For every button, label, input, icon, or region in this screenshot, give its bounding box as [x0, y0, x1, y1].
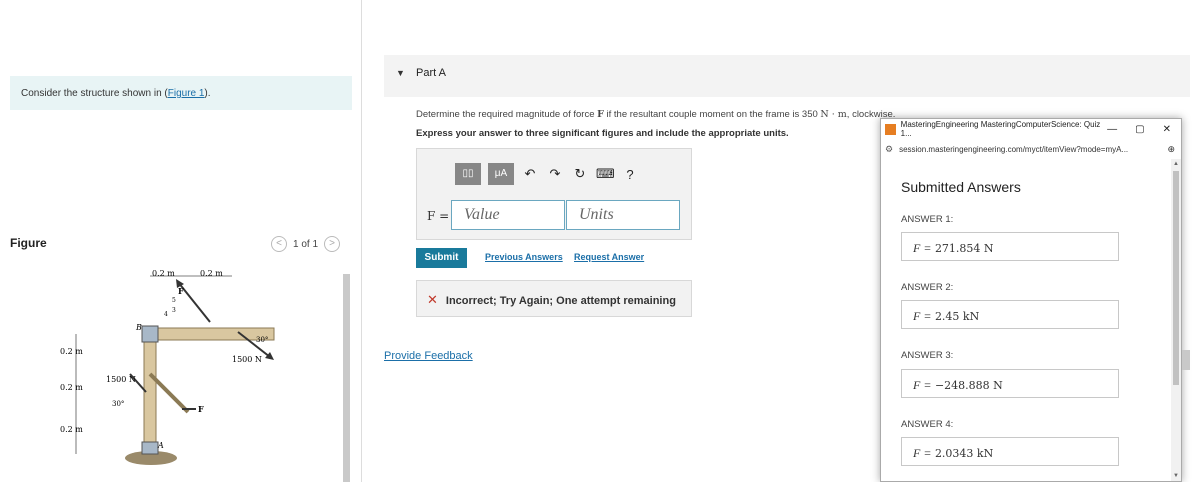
intro-box: Consider the structure shown in (Figure …: [10, 76, 352, 110]
answer-input-box: ▯▯ μA ↶ ↷ ↻ ⌨ ? F = Value Units: [416, 148, 692, 240]
label-B: B: [135, 323, 142, 332]
answer-3-prefix: F =: [913, 378, 932, 392]
chevron-right-icon[interactable]: >: [324, 236, 341, 252]
slope-4-top: 4: [164, 311, 168, 318]
angle-right-label: 30°: [256, 336, 268, 344]
provide-feedback-link[interactable]: Provide Feedback: [384, 350, 473, 362]
feedback-message: ✕ Incorrect; Try Again; One attempt remai…: [416, 280, 692, 317]
units-input[interactable]: Units: [566, 200, 680, 230]
slope-3-top: 3: [172, 307, 176, 314]
templates-icon[interactable]: ▯▯: [455, 163, 481, 185]
label-F-mid: F: [198, 404, 204, 414]
help-icon[interactable]: ?: [621, 167, 639, 182]
horizontal-member: [143, 327, 275, 341]
figure-link[interactable]: Figure 1: [168, 88, 205, 99]
keyboard-icon[interactable]: ⌨: [596, 166, 615, 182]
answer-2-box: F = 2.45 kN: [901, 300, 1119, 329]
structure-diagram: 0.2 m 0.2 m 0.2 m 0.2 m 0.2 m B A F F 15…: [60, 269, 275, 465]
answer-2-label: ANSWER 2:: [901, 282, 954, 293]
answer-4-value: 2.0343 kN: [934, 447, 994, 460]
answer-4-box: F = 2.0343 kN: [901, 437, 1119, 466]
label-A: A: [157, 441, 164, 450]
f-label: F =: [427, 209, 450, 223]
request-answer-link[interactable]: Request Answer: [574, 252, 644, 262]
popup-titlebar: MasteringEngineering MasteringComputerSc…: [881, 119, 1181, 139]
part-title: Part A: [416, 67, 446, 79]
answer-2-prefix: F =: [913, 309, 932, 323]
joint-B: [141, 325, 159, 343]
caret-down-icon[interactable]: ▼: [396, 68, 405, 78]
intro-end: ).: [204, 88, 211, 99]
popup-urlbar: ⚙ session.masteringengineering.com/myct/…: [881, 139, 1181, 159]
joint-A: [141, 441, 159, 455]
force-symbol: F: [597, 109, 604, 120]
angle-left-label: 30°: [112, 400, 124, 408]
chevron-left-icon[interactable]: <: [271, 236, 287, 252]
answer-1-prefix: F =: [913, 241, 932, 255]
figure-heading: Figure: [10, 236, 47, 250]
scroll-down-icon[interactable]: ▼: [1173, 473, 1179, 479]
math-toolbar: ▯▯ μA ↶ ↷ ↻ ⌨ ?: [455, 163, 639, 185]
popup-scroll-thumb[interactable]: [1173, 171, 1179, 385]
answer-4-prefix: F =: [913, 446, 932, 460]
site-settings-icon[interactable]: ⚙: [885, 144, 893, 155]
force-left-label: 1500 N: [106, 375, 136, 384]
window-controls: — ▢ ✕: [1107, 124, 1181, 135]
popup-content: Submitted Answers ANSWER 1: F = 271.854 …: [881, 159, 1171, 482]
submitted-answers-heading: Submitted Answers: [901, 179, 1021, 195]
popup-title: MasteringEngineering MasteringComputerSc…: [900, 120, 1101, 138]
answer-3-value: −248.888 N: [934, 379, 1003, 392]
answer-1-box: F = 271.854 N: [901, 232, 1119, 261]
redo-icon[interactable]: ↷: [546, 166, 564, 182]
question-text: Determine the required magnitude of forc…: [416, 109, 895, 120]
close-icon[interactable]: ✕: [1163, 124, 1171, 135]
units-button[interactable]: μA: [488, 163, 514, 185]
structure-figure: 0.2 m 0.2 m 0.2 m 0.2 m 0.2 m B A F F 15…: [60, 262, 340, 482]
previous-answers-link[interactable]: Previous Answers: [485, 252, 563, 262]
app-logo-icon: [885, 123, 896, 135]
dim-left-2: 0.2 m: [60, 383, 83, 392]
submitted-answers-window: MasteringEngineering MasteringComputerSc…: [880, 118, 1182, 482]
figure-scroll-thumb[interactable]: [343, 274, 350, 482]
pager-text: 1 of 1: [293, 238, 319, 250]
minimize-icon[interactable]: —: [1107, 124, 1117, 135]
answer-3-box: F = −248.888 N: [901, 369, 1119, 398]
answer-3-label: ANSWER 3:: [901, 350, 954, 361]
value-input[interactable]: Value: [451, 200, 565, 230]
popup-url[interactable]: session.masteringengineering.com/myct/it…: [899, 145, 1128, 154]
reset-icon[interactable]: ↻: [571, 166, 589, 182]
force-right-label: 1500 N: [232, 355, 262, 364]
question-after: if the resultant couple moment on the fr…: [606, 109, 818, 120]
label-F-top: F: [178, 286, 184, 296]
question-units: N · m: [820, 109, 847, 120]
submit-button[interactable]: Submit: [416, 248, 467, 268]
answer-4-label: ANSWER 4:: [901, 419, 954, 430]
error-icon: ✕: [427, 292, 438, 307]
zoom-icon[interactable]: ⊕: [1167, 144, 1181, 155]
popup-scrollbar[interactable]: ▲ ▼: [1171, 159, 1181, 481]
answer-1-value: 271.854 N: [934, 242, 994, 255]
slope-5-top: 5: [172, 297, 176, 304]
figure-pager: < 1 of 1 >: [271, 236, 341, 252]
part-a-header[interactable]: ▼ Part A: [384, 55, 1190, 97]
dim-left-3: 0.2 m: [60, 425, 83, 434]
question-before: Determine the required magnitude of forc…: [416, 109, 595, 120]
figure-scrollbar[interactable]: [342, 262, 351, 482]
page-scrollbar[interactable]: [1182, 350, 1190, 370]
page: Consider the structure shown in (Figure …: [0, 0, 1200, 482]
dim-top-right: 0.2 m: [200, 269, 223, 278]
feedback-text: Incorrect; Try Again; One attempt remain…: [445, 295, 676, 307]
dim-left-1: 0.2 m: [60, 347, 83, 356]
answer-1-label: ANSWER 1:: [901, 214, 954, 225]
undo-icon[interactable]: ↶: [521, 166, 539, 182]
intro-text: Consider the structure shown in (: [21, 88, 168, 99]
dim-top-left: 0.2 m: [152, 269, 175, 278]
instructions: Express your answer to three significant…: [416, 128, 789, 139]
scroll-up-icon[interactable]: ▲: [1173, 161, 1179, 167]
maximize-icon[interactable]: ▢: [1135, 124, 1144, 135]
vertical-member: [143, 327, 157, 453]
left-panel: Consider the structure shown in (Figure …: [0, 0, 362, 482]
answer-2-value: 2.45 kN: [934, 310, 980, 323]
